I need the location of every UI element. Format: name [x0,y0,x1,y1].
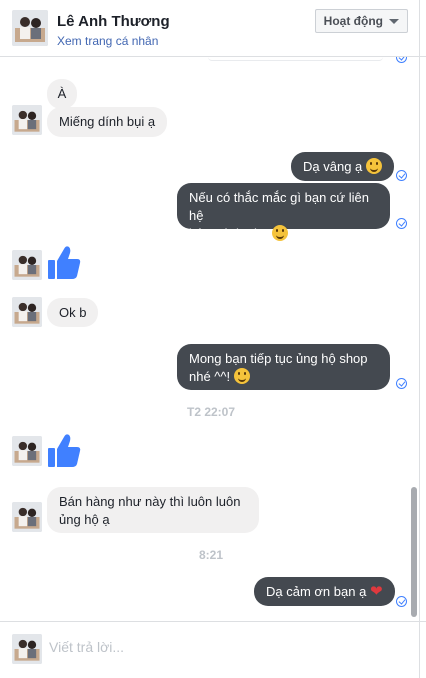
scrollbar-thumb[interactable] [411,487,417,617]
status-button[interactable]: Hoạt động [314,9,408,33]
contact-avatar-small [12,297,42,327]
caret-down-icon [389,18,399,24]
message-text-line: Nếu có thắc mắc gì bạn cứ liên hệ [189,190,369,223]
own-avatar [12,634,42,664]
timestamp: T2 22:07 [186,405,236,419]
contact-avatar-small [12,105,42,135]
message-incoming[interactable]: Ok b [47,298,99,327]
message-text-line: Mong bạn tiếp tục ủng hộ shop [189,351,368,366]
composer: Viết trả lời... [0,621,426,678]
message-text-line: ủng hộ ạ [59,512,110,527]
message-text: Miếng dính bụi ạ [59,114,156,129]
contact-avatar-small [12,502,42,532]
smile-emoji-icon [233,368,250,384]
message-outgoing[interactable]: Dạ cảm ơn bạn ạ ❤ [254,577,395,606]
smile-emoji-icon [365,158,382,174]
message-text: Dạ vâng ạ [303,159,363,174]
contact-avatar-small [12,250,42,280]
thumbs-up-icon[interactable] [47,245,81,281]
seen-check-icon [396,596,407,607]
view-profile-link[interactable]: Xem trang cá nhân [57,34,158,48]
message-text: À [57,86,67,101]
contact-avatar[interactable] [12,10,48,46]
smile-emoji-icon [272,225,289,241]
heart-emoji-icon: ❤ [369,583,383,600]
status-button-label: Hoạt động [323,14,383,28]
message-text-line: bên mình nha [189,226,269,241]
message-outgoing[interactable]: Nếu có thắc mắc gì bạn cứ liên hệ bên mì… [177,183,390,241]
message-text-line: nhé ^^! [189,369,231,384]
reply-input[interactable]: Viết trả lời... [49,639,124,655]
thumbs-up-icon[interactable] [47,433,81,469]
message-list[interactable]: À Miếng dính bụi ạ Dạ vâng ạ Nếu có thắc… [0,57,426,621]
message-incoming[interactable]: Bán hàng như này thì luôn luôn ủng hộ ạ [47,487,259,533]
seen-check-icon [396,378,407,389]
message-text-line: Bán hàng như này thì luôn luôn [59,494,241,509]
timestamp: 8:21 [198,548,224,562]
message-incoming[interactable]: Miếng dính bụi ạ [47,107,168,137]
seen-check-icon [396,170,407,181]
message-text: Dạ cảm ơn bạn ạ [266,584,367,599]
previous-bubble-edge [208,57,383,61]
seen-check-icon [396,218,407,229]
contact-name[interactable]: Lê Anh Thương [57,13,170,30]
message-incoming[interactable]: À [47,79,77,109]
contact-avatar-small [12,436,42,466]
message-text: Ok b [59,305,87,320]
message-outgoing[interactable]: Mong bạn tiếp tục ủng hộ shop nhé ^^! [177,344,390,390]
panel-border [419,0,420,678]
chat-header: Lê Anh Thương Xem trang cá nhân Hoạt độn… [0,0,426,57]
seen-check-icon [396,57,407,63]
message-outgoing[interactable]: Dạ vâng ạ [291,152,394,181]
